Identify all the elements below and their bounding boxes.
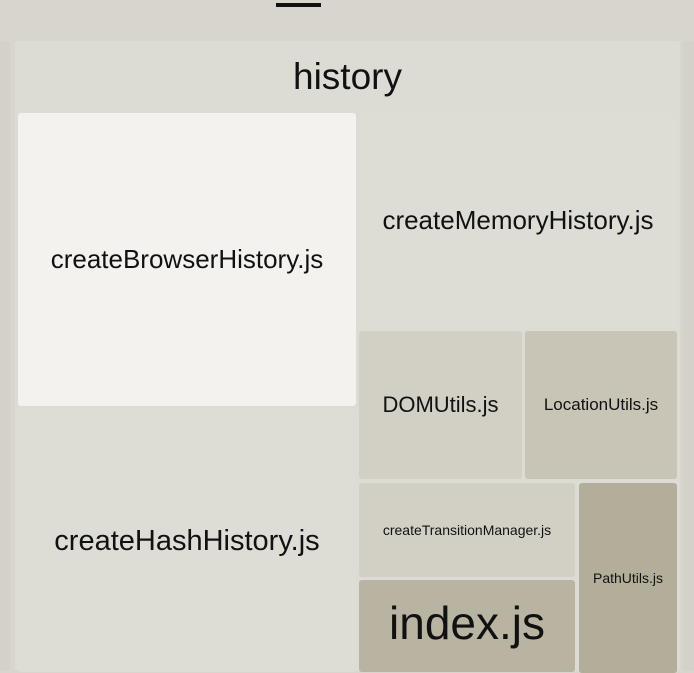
tile-location-utils[interactable]: LocationUtils.js — [525, 331, 677, 479]
tile-dom-utils[interactable]: DOMUtils.js — [359, 331, 522, 479]
history-group-label: history — [293, 56, 402, 97]
tile-label: createMemoryHistory.js — [382, 205, 654, 235]
tile-create-memory-history[interactable]: createMemoryHistory.js — [359, 113, 677, 328]
tile-create-transition-manager[interactable]: createTransitionManager.js — [359, 483, 575, 577]
right-sibling-panel[interactable] — [683, 41, 694, 671]
tile-create-browser-history[interactable]: createBrowserHistory.js — [18, 113, 356, 406]
tile-label: createBrowserHistory.js — [50, 244, 324, 274]
collapse-handle[interactable] — [276, 3, 321, 7]
left-sibling-panel[interactable] — [0, 41, 10, 671]
tile-path-utils[interactable]: PathUtils.js — [579, 483, 677, 673]
tile-label: createHashHistory.js — [54, 524, 320, 557]
tile-label: index.js — [389, 597, 545, 649]
tile-label: PathUtils.js — [592, 570, 664, 586]
tile-label: createTransitionManager.js — [382, 522, 552, 538]
tile-index[interactable]: index.js — [359, 580, 575, 672]
tile-label: LocationUtils.js — [543, 395, 659, 414]
tile-label: DOMUtils.js — [382, 392, 499, 417]
tile-create-hash-history[interactable]: createHashHistory.js — [18, 410, 356, 672]
